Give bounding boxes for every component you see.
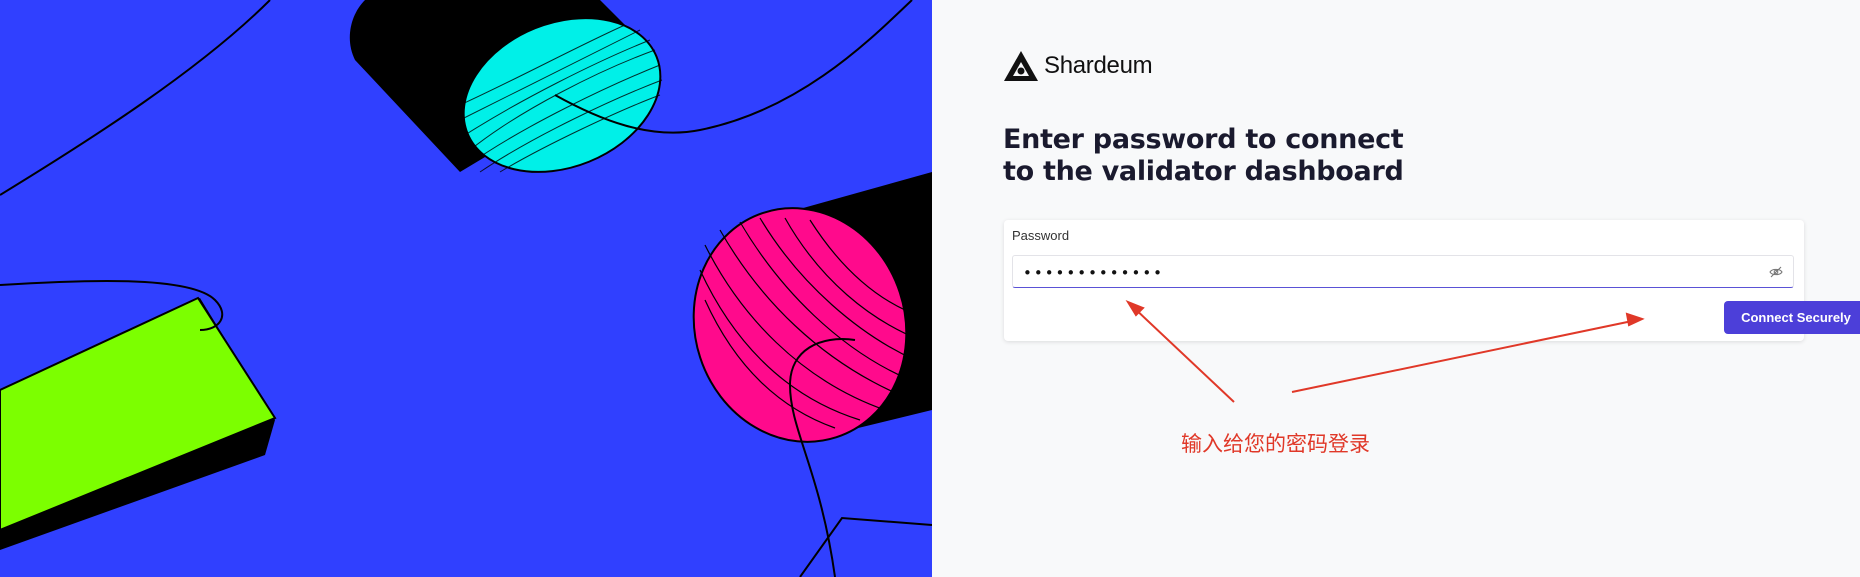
brand-name: Shardeum xyxy=(1044,52,1153,79)
login-panel: Shardeum Enter password to connect to th… xyxy=(932,0,1860,577)
eye-off-icon[interactable] xyxy=(1769,265,1783,279)
connect-securely-button[interactable]: Connect Securely xyxy=(1724,301,1860,334)
abstract-artwork xyxy=(0,0,932,577)
brand-logo: Shardeum xyxy=(1003,50,1153,82)
password-input[interactable] xyxy=(1021,256,1745,289)
page-title-line-2: to the validator dashboard xyxy=(1003,156,1404,187)
password-field[interactable] xyxy=(1012,255,1794,289)
login-card: Password Connect Securely xyxy=(1004,220,1860,341)
shardeum-logo-icon xyxy=(1004,51,1038,81)
annotation-text: 输入给您的密码登录 xyxy=(1181,432,1370,456)
artwork-panel xyxy=(0,0,932,577)
password-label: Password xyxy=(1012,228,1070,243)
page-title: Enter password to connect to the validat… xyxy=(1003,124,1423,188)
page-title-line-1: Enter password to connect xyxy=(1003,124,1404,155)
